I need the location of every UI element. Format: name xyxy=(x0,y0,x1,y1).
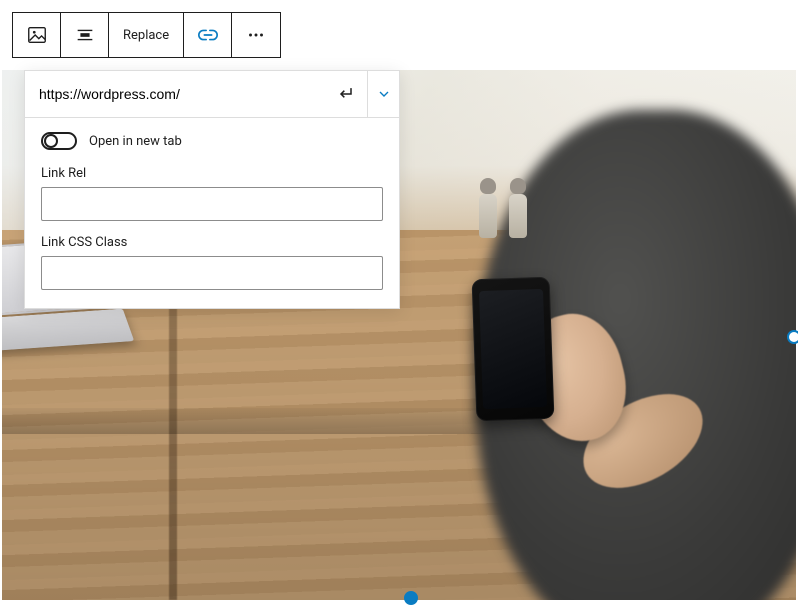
link-rel-input[interactable] xyxy=(41,187,383,221)
url-row xyxy=(25,71,399,118)
enter-icon xyxy=(336,84,356,104)
link-css-label: Link CSS Class xyxy=(41,235,383,250)
expand-settings-button[interactable] xyxy=(367,71,399,117)
image-icon xyxy=(26,24,48,46)
link-css-group: Link CSS Class xyxy=(41,235,383,290)
link-settings-popover: Open in new tab Link Rel Link CSS Class xyxy=(24,70,400,309)
block-type-button[interactable] xyxy=(13,13,61,57)
align-icon xyxy=(74,24,96,46)
link-icon xyxy=(197,24,219,46)
link-rel-label: Link Rel xyxy=(41,166,383,181)
more-icon xyxy=(245,24,267,46)
open-new-tab-row: Open in new tab xyxy=(41,132,383,150)
resize-handle-bottom[interactable] xyxy=(404,591,418,605)
open-new-tab-label: Open in new tab xyxy=(89,134,182,149)
block-toolbar: Replace xyxy=(12,12,281,58)
more-options-button[interactable] xyxy=(232,13,280,57)
link-settings-body: Open in new tab Link Rel Link CSS Class xyxy=(25,118,399,308)
resize-handle-right[interactable] xyxy=(787,330,798,344)
link-button[interactable] xyxy=(184,13,232,57)
open-new-tab-toggle[interactable] xyxy=(41,132,77,150)
link-css-input[interactable] xyxy=(41,256,383,290)
link-rel-group: Link Rel xyxy=(41,166,383,221)
replace-button[interactable]: Replace xyxy=(109,13,184,57)
url-input[interactable] xyxy=(25,71,323,117)
align-button[interactable] xyxy=(61,13,109,57)
submit-url-button[interactable] xyxy=(323,71,367,117)
chevron-down-icon xyxy=(376,86,392,102)
